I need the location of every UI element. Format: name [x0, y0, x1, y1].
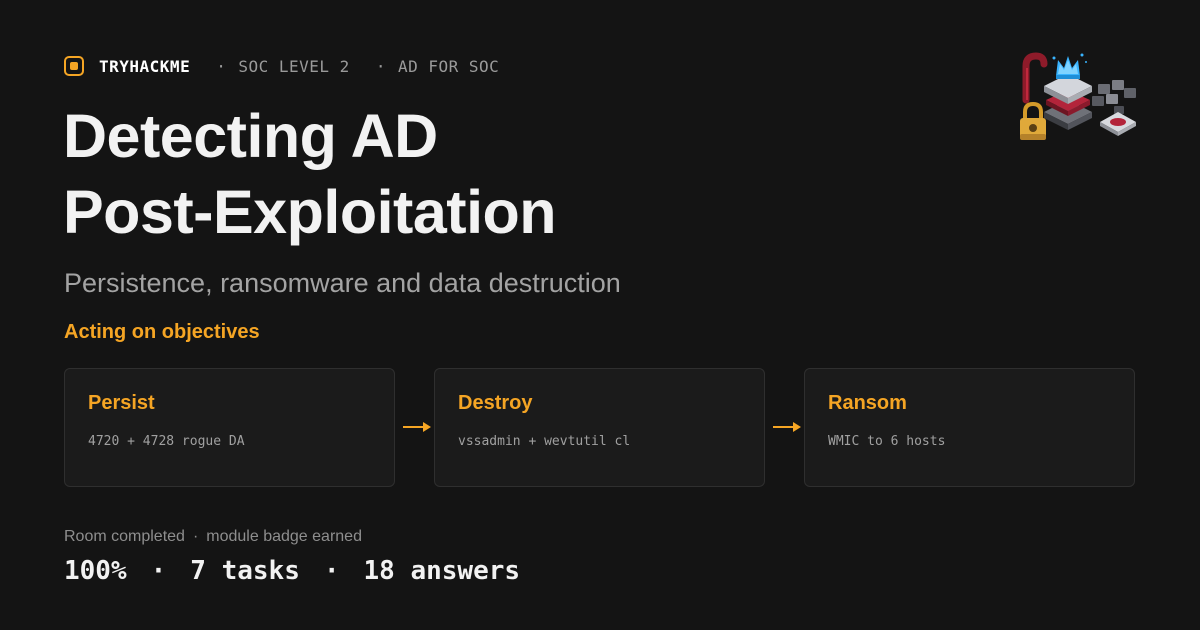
cube-icon: [1092, 96, 1104, 106]
sparkle: [1085, 61, 1087, 63]
logo-dot: [70, 62, 78, 70]
breadcrumb-item-ad-for-soc[interactable]: · AD FOR SOC: [376, 57, 499, 76]
stat-tasks: 7 tasks: [190, 556, 300, 586]
sparkle: [1052, 56, 1056, 60]
step-description: 4720 + 4728 rogue DA: [88, 434, 245, 449]
red-lock-shackle: [1022, 52, 1048, 104]
active-directory-crown-server-illustration: [1020, 52, 1136, 140]
title-line-1: Detecting AD: [63, 102, 438, 170]
breadcrumb-label: AD FOR SOC: [397, 56, 500, 76]
tryhackme-logo-icon[interactable]: [64, 56, 84, 76]
breadcrumb-item-soc-level-2[interactable]: · SOC LEVEL 2: [216, 57, 350, 76]
cube-icon: [1106, 94, 1118, 104]
title-line-2: Post-Exploitation: [63, 178, 557, 246]
status-badge-earned: module badge earned: [206, 528, 362, 545]
step-card-persist[interactable]: Persist 4720 + 4728 rogue DA: [64, 368, 395, 487]
status-separator: ·: [192, 528, 199, 545]
breadcrumb: TRYHACKME · SOC LEVEL 2 · AD FOR SOC: [64, 56, 499, 76]
stat-separator: ·: [150, 556, 167, 586]
step-description: WMIC to 6 hosts: [828, 434, 946, 449]
breadcrumb-label: SOC LEVEL 2: [238, 56, 350, 76]
arrow-right-icon: [403, 422, 431, 432]
gold-lock-keyhole: [1029, 124, 1037, 132]
page-title: Detecting AD Post-Exploitation: [63, 98, 557, 250]
device-red-core: [1110, 118, 1126, 126]
stat-separator: ·: [323, 556, 340, 586]
crown-highlight: [1058, 60, 1078, 74]
breadcrumb-separator: ·: [216, 56, 227, 76]
brand-name[interactable]: TRYHACKME: [99, 57, 190, 76]
stat-progress: 100%: [64, 556, 127, 586]
step-title: Persist: [88, 392, 155, 414]
room-stats: 100% · 7 tasks · 18 answers: [64, 556, 520, 586]
sparkle: [1080, 53, 1084, 57]
step-card-destroy[interactable]: Destroy vssadmin + wevtutil cl: [434, 368, 765, 487]
gold-lock-shade: [1020, 134, 1046, 140]
page-subtitle: Persistence, ransomware and data destruc…: [64, 268, 621, 298]
step-description: vssadmin + wevtutil cl: [458, 434, 631, 449]
cube-icon: [1124, 88, 1136, 98]
arrow-right-icon: [773, 422, 801, 432]
step-title: Destroy: [458, 392, 533, 414]
status-room-completed: Room completed: [64, 528, 185, 545]
breadcrumb-separator: ·: [375, 56, 386, 76]
cube-icon: [1098, 84, 1110, 94]
completion-status: Room completed · module badge earned: [64, 528, 362, 546]
section-label: Acting on objectives: [64, 321, 260, 343]
step-card-ransom[interactable]: Ransom WMIC to 6 hosts: [804, 368, 1135, 487]
crown-base: [1056, 75, 1080, 79]
step-title: Ransom: [828, 392, 907, 414]
stat-answers: 18 answers: [363, 556, 521, 586]
cube-icon: [1112, 80, 1124, 90]
